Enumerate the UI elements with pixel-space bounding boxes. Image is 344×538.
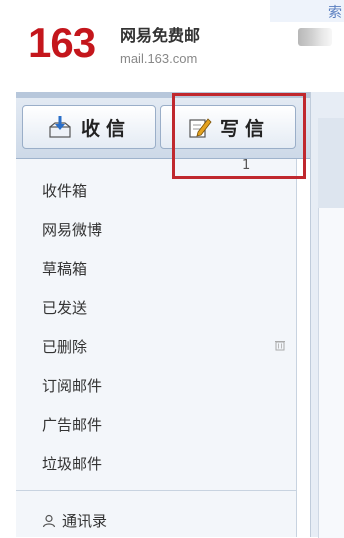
brand-name: 网易免费邮 <box>120 26 201 45</box>
step-marker: 1 <box>242 158 251 173</box>
folder-spam[interactable]: 垃圾邮件 <box>42 453 102 474</box>
inbox-download-icon <box>49 116 71 138</box>
receive-label: 收信 <box>80 117 131 140</box>
top-right-tab-text: 索 <box>328 5 342 21</box>
highlight-box <box>172 93 306 179</box>
folder-inbox[interactable]: 收件箱 <box>42 180 87 201</box>
brand-url: mail.163.com <box>120 51 198 66</box>
folder-deleted[interactable]: 已删除 <box>42 336 87 357</box>
content-panel-header <box>318 118 344 208</box>
folder-sent[interactable]: 已发送 <box>42 297 87 318</box>
folder-ads[interactable]: 广告邮件 <box>42 414 102 435</box>
logo-163: 163 <box>28 19 96 66</box>
receive-button[interactable]: 收信 <box>22 105 156 149</box>
folder-drafts[interactable]: 草稿箱 <box>42 258 87 279</box>
blurred-icon <box>298 28 332 46</box>
trash-icon[interactable] <box>274 339 286 351</box>
contacts-label: 通讯录 <box>62 512 108 530</box>
top-right-tab[interactable]: 索 <box>270 0 344 22</box>
sidebar-divider <box>16 490 296 491</box>
contacts-link[interactable]: 通讯录 <box>42 510 107 531</box>
folder-subscriptions[interactable]: 订阅邮件 <box>42 375 102 396</box>
contacts-person-icon <box>42 514 56 527</box>
folder-weibo[interactable]: 网易微博 <box>42 219 102 240</box>
